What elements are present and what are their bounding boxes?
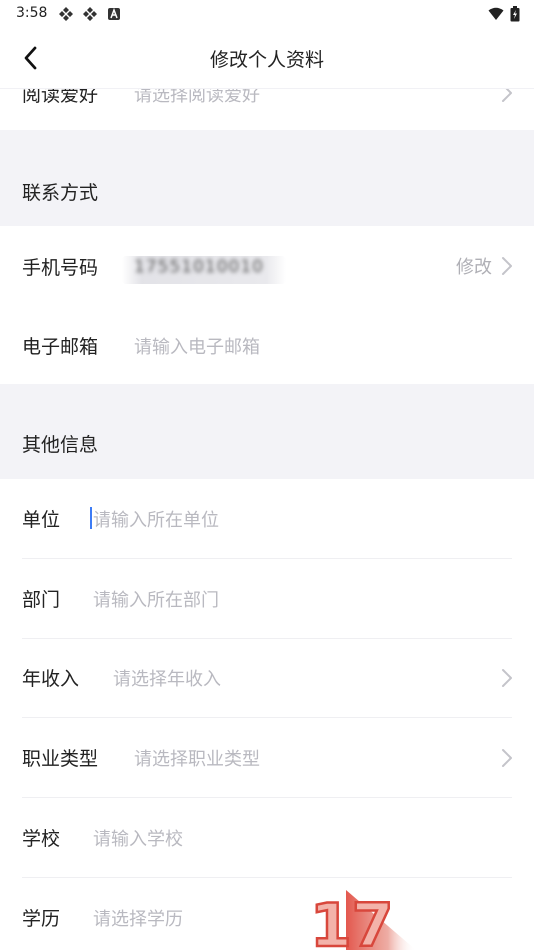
section-header-other: 其他信息	[0, 384, 534, 479]
phone-value: 17551010010	[134, 257, 264, 277]
status-time: 3:58	[16, 5, 48, 21]
education-label: 学历	[22, 908, 61, 930]
chevron-right-icon	[502, 669, 512, 687]
phone-row[interactable]: 手机号码 17551010010 修改	[0, 226, 534, 306]
page-title: 修改个人资料	[209, 49, 324, 71]
section-title-contact: 联系方式	[22, 182, 99, 204]
annual-income-select[interactable]: 请选择年收入	[113, 665, 221, 691]
phone-value-blurred: 17551010010	[122, 256, 286, 284]
section-header-contact: 联系方式	[0, 130, 534, 226]
watermark-logo: 17	[309, 890, 416, 950]
chevron-right-icon	[502, 749, 512, 767]
status-bar: 3:58	[0, 0, 534, 28]
school-label: 学校	[22, 828, 61, 850]
department-row[interactable]: 部门 请输入所在部门	[0, 559, 534, 639]
app-icon	[83, 7, 97, 21]
email-row[interactable]: 电子邮箱 请输入电子邮箱	[0, 306, 534, 384]
reading-hobby-placeholder: 请选择阅读爱好	[134, 88, 260, 106]
education-select[interactable]: 请选择学历	[93, 905, 183, 931]
school-input[interactable]: 请输入学校	[93, 825, 183, 851]
section-title-other: 其他信息	[22, 434, 99, 456]
notification-icon	[108, 7, 120, 20]
occupation-row[interactable]: 职业类型 请选择职业类型	[0, 718, 534, 798]
reading-hobby-label: 阅读爱好	[22, 88, 99, 106]
phone-label: 手机号码	[22, 257, 99, 279]
company-input[interactable]: 请输入所在单位	[93, 506, 219, 532]
nav-bar: 修改个人资料	[0, 28, 534, 88]
annual-income-row[interactable]: 年收入 请选择年收入	[0, 639, 534, 718]
department-label: 部门	[22, 589, 61, 611]
email-input[interactable]: 请输入电子邮箱	[134, 333, 260, 359]
occupation-select[interactable]: 请选择职业类型	[134, 745, 260, 771]
chevron-right-icon	[502, 89, 512, 102]
school-row[interactable]: 学校 请输入学校	[0, 798, 534, 878]
battery-icon	[510, 6, 520, 22]
education-row[interactable]: 学历 请选择学历	[0, 878, 534, 951]
chevron-right-icon	[502, 257, 512, 275]
profile-form[interactable]: 阅读爱好 请选择阅读爱好 联系方式 手机号码 17551010010 修改 电子…	[0, 88, 534, 951]
occupation-label: 职业类型	[22, 748, 99, 770]
email-label: 电子邮箱	[22, 336, 99, 358]
company-label: 单位	[22, 509, 61, 531]
reading-hobby-row[interactable]: 阅读爱好 请选择阅读爱好	[0, 88, 534, 129]
annual-income-label: 年收入	[22, 668, 80, 690]
watermark-text: 17	[310, 891, 394, 950]
text-cursor	[90, 507, 92, 529]
company-row[interactable]: 单位 请输入所在单位	[0, 479, 534, 559]
app-icon	[59, 7, 73, 21]
status-icons-right	[488, 6, 520, 22]
department-input[interactable]: 请输入所在部门	[93, 586, 219, 612]
phone-edit-button[interactable]: 修改	[456, 253, 492, 279]
wifi-icon	[488, 7, 504, 20]
status-icons-left	[58, 6, 122, 22]
